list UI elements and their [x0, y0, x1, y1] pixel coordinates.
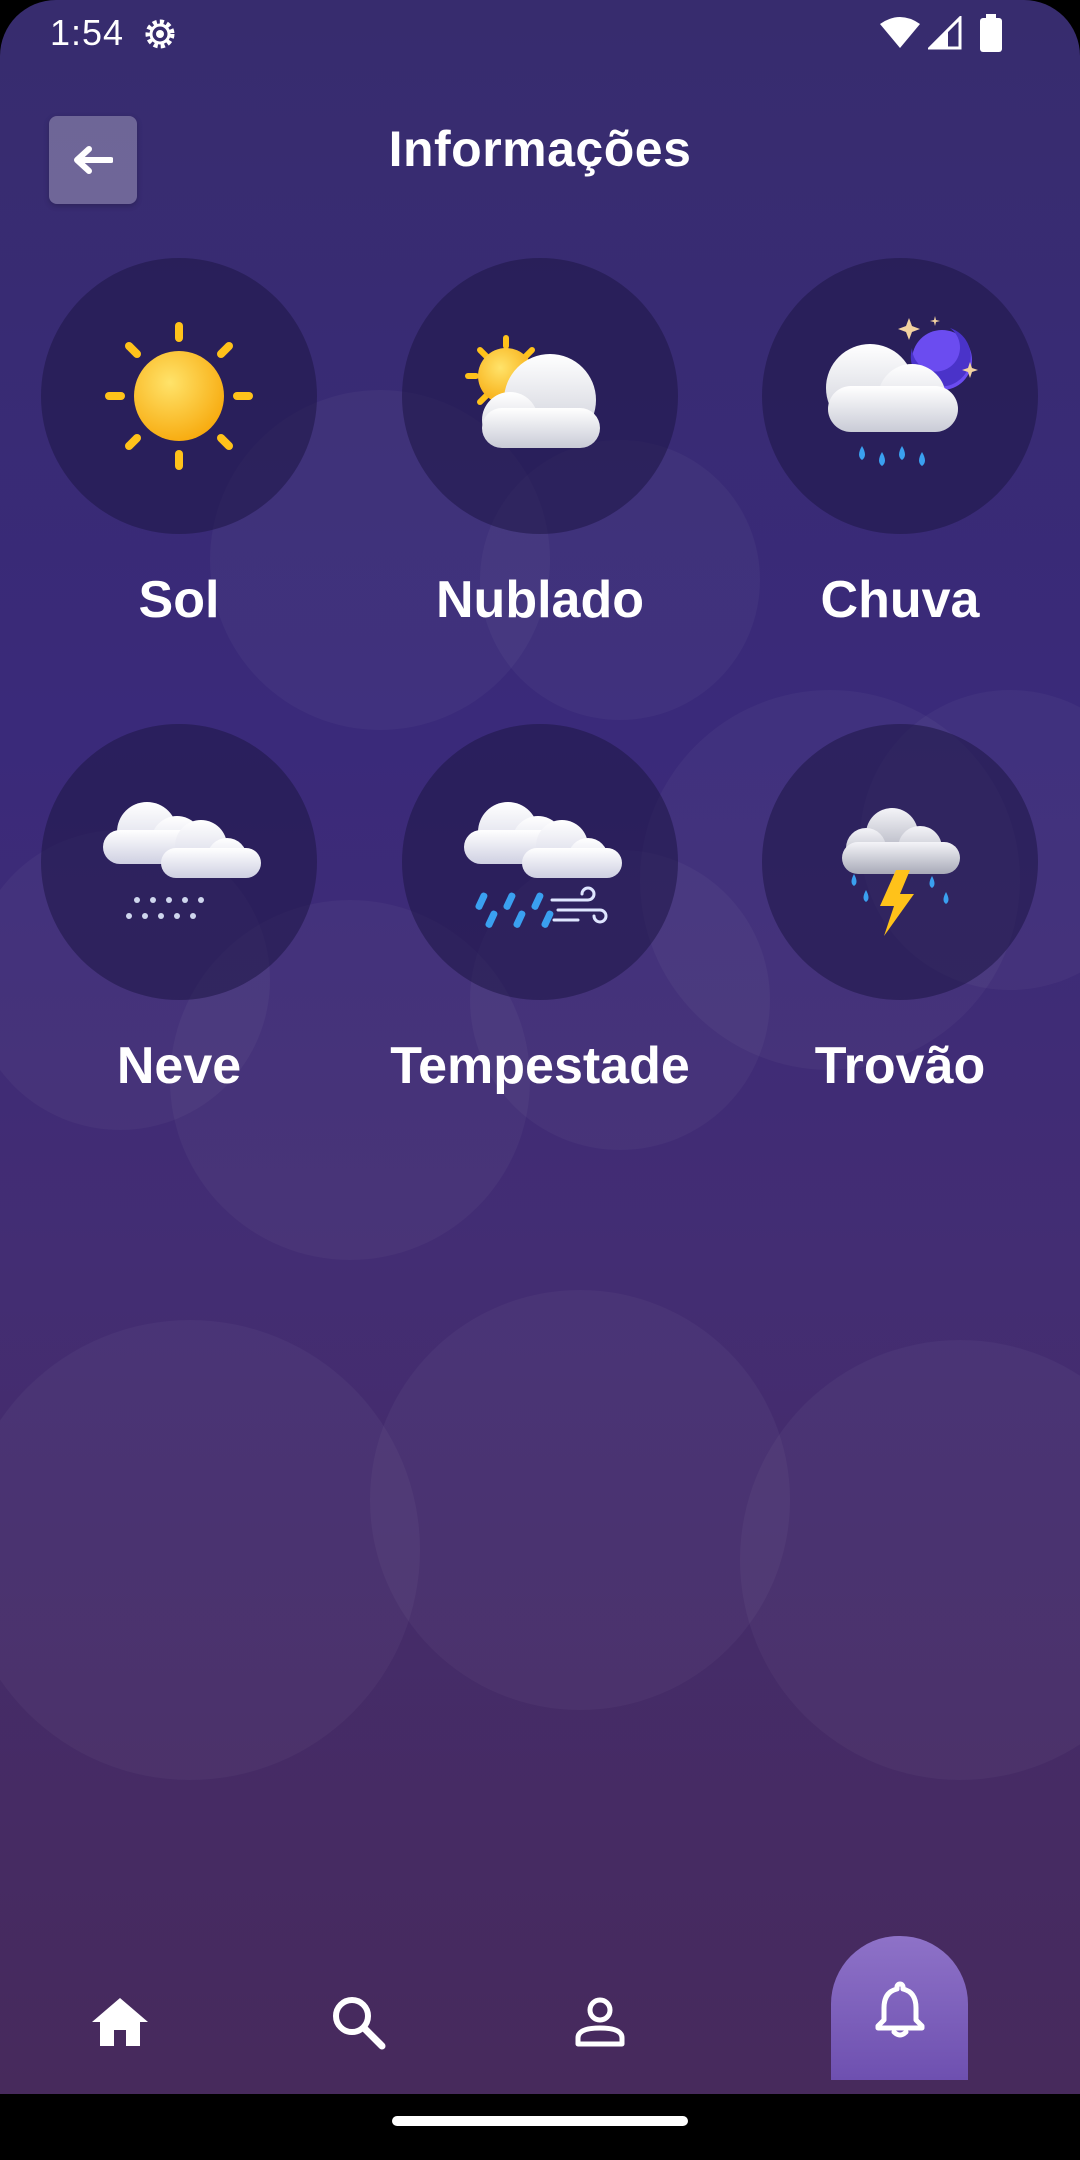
weather-label: Neve: [116, 1037, 242, 1095]
weather-label: Nublado: [436, 571, 644, 629]
weather-label: Sol: [138, 571, 220, 629]
weather-label: Trovão: [814, 1037, 986, 1095]
weather-tile-trovao[interactable]: Trovão: [740, 724, 1060, 1096]
page-title: Informações: [388, 121, 692, 177]
wifi-icon: [880, 17, 920, 48]
weather-icon-circle: [762, 724, 1038, 1000]
search-icon: [333, 1997, 386, 2050]
bottom-navigation: [0, 1936, 1080, 2090]
nav-notifications[interactable]: [831, 1936, 968, 2080]
weather-icon-circle: [41, 724, 317, 1000]
weather-label: Tempestade: [390, 1037, 690, 1095]
app-screen: 1:54 Informações Sol Nublado Chuva Neve …: [0, 0, 1080, 2094]
cell-signal-icon: [928, 16, 962, 50]
status-bar: 1:54: [0, 0, 1080, 66]
settings-gear-icon: [145, 19, 175, 49]
nav-home[interactable]: [88, 1990, 152, 2054]
home-icon: [92, 1998, 148, 2046]
weather-tile-chuva[interactable]: Chuva: [740, 258, 1060, 630]
sun-icon: [105, 322, 253, 470]
rain-night-icon: [826, 316, 978, 466]
weather-icon-circle: [402, 724, 678, 1000]
thunder-icon: [842, 808, 960, 936]
snow-icon: [103, 802, 261, 919]
status-time: 1:54: [50, 12, 125, 53]
nav-profile[interactable]: [568, 1990, 632, 2054]
weather-label: Chuva: [820, 571, 980, 629]
storm-wind-icon: [464, 802, 622, 928]
weather-icon-circle: [402, 258, 678, 534]
home-indicator[interactable]: [392, 2116, 688, 2126]
battery-icon: [980, 14, 1002, 52]
weather-tile-nublado[interactable]: Nublado: [380, 258, 700, 630]
partly-cloudy-icon: [465, 335, 600, 448]
bell-icon: [875, 1981, 924, 2038]
nav-search[interactable]: [326, 1990, 390, 2054]
weather-tile-tempestade[interactable]: Tempestade: [380, 724, 700, 1096]
weather-tile-neve[interactable]: Neve: [19, 724, 339, 1096]
weather-icon-circle: [762, 258, 1038, 534]
profile-icon: [575, 1997, 625, 2047]
weather-tile-sol[interactable]: Sol: [19, 258, 339, 630]
weather-icon-circle: [41, 258, 317, 534]
